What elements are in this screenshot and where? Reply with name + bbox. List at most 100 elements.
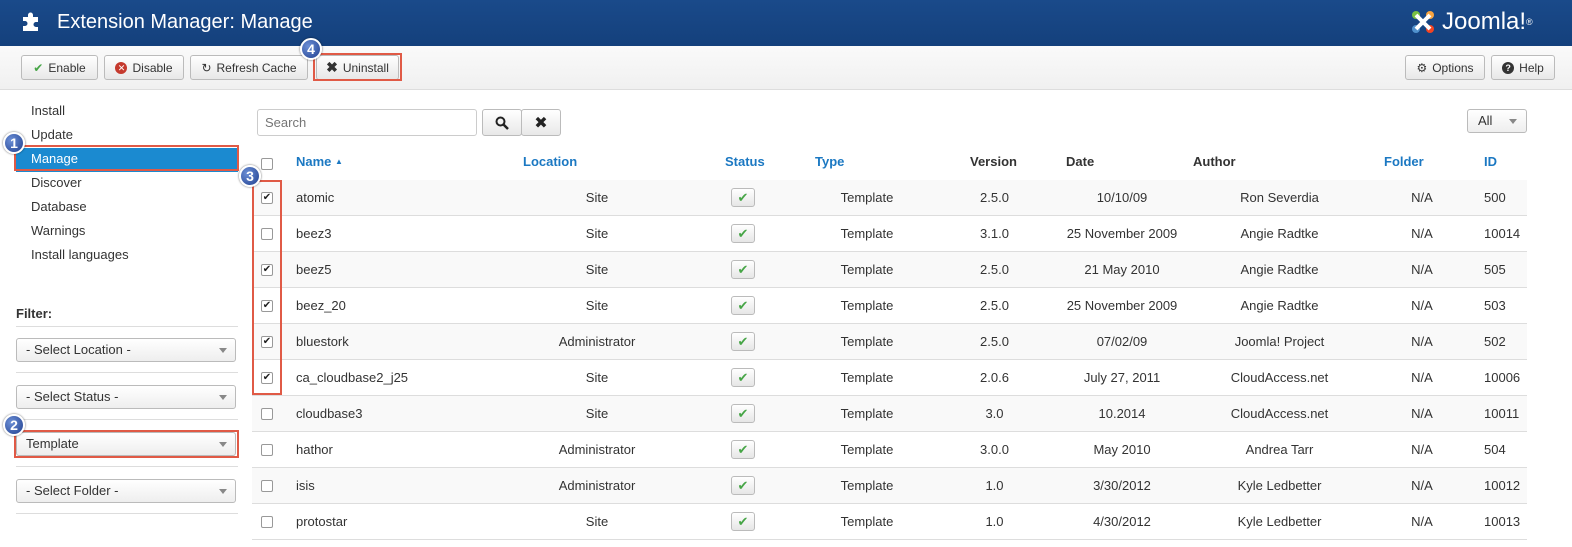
divider [16,372,238,373]
cell-folder: N/A [1411,406,1433,421]
cell-type: Template [840,370,894,385]
cell-date: 07/02/09 [1096,334,1148,349]
divider [16,419,238,420]
cell-location: Site [585,226,609,241]
sidebar-item-install-languages[interactable]: Install languages [16,244,238,268]
check-icon: ✔ [737,298,749,313]
status-toggle-button[interactable]: ✔ [731,296,755,315]
cell-type: Template [840,298,894,313]
table-row: ✔ protostar Site Template 1.0 4/30/2012 Kyle L… [252,504,1527,540]
status-toggle-button[interactable]: ✔ [731,368,755,387]
type-filter-select[interactable]: Template [16,432,236,456]
gear-icon: ⚙ [1416,60,1428,75]
sort-asc-icon: ▲ [335,157,343,166]
column-header-type[interactable]: Type [815,154,844,169]
column-header-location[interactable]: Location [523,154,577,169]
column-header-id[interactable]: ID [1484,154,1497,169]
cell-name[interactable]: beez5 [296,252,496,287]
row-checkbox[interactable]: ✔ [261,192,273,204]
sidebar-item-warnings[interactable]: Warnings [16,220,238,244]
row-checkbox[interactable] [261,228,273,240]
sidebar-item-install[interactable]: Install [16,100,238,124]
status-toggle-button[interactable]: ✔ [731,512,755,531]
cell-name[interactable]: atomic [296,180,496,215]
sidebar-item-update[interactable]: Update [16,124,238,148]
sidebar-item-manage[interactable]: Manage [16,148,238,172]
status-toggle-button[interactable]: ✔ [731,260,755,279]
cell-id: 10011 [1484,406,1520,421]
enable-button[interactable]: ✔ Enable [21,55,98,80]
status-toggle-button[interactable]: ✔ [731,188,755,207]
row-checkbox[interactable]: ✔ [261,300,273,312]
cell-type: Template [840,478,894,493]
cell-version: 3.0 [985,406,1004,421]
table-row: ✔ ✔ beez5 Site Template 2.5.0 21 May 2010 Angie… [252,252,1527,288]
column-header-name[interactable]: Name ▲ [296,154,343,169]
status-filter-select[interactable]: - Select Status - [16,385,236,409]
row-checkbox[interactable]: ✔ [261,372,273,384]
cell-name[interactable]: bluestork [296,324,496,359]
sidebar-item-database[interactable]: Database [16,196,238,220]
row-checkbox[interactable] [261,444,273,456]
column-header-status[interactable]: Status [725,154,765,169]
check-icon: ✔ [737,262,749,277]
table-row: ✔ ✔ beez_20 Site Template 2.5.0 25 November 20… [252,288,1527,324]
cell-location: Administrator [558,442,636,457]
cell-author: CloudAccess.net [1230,406,1329,421]
sidebar-item-discover[interactable]: Discover [16,172,238,196]
cell-location: Administrator [558,334,636,349]
row-checkbox[interactable] [261,516,273,528]
refresh-icon: ↻ [201,60,212,75]
search-input[interactable] [257,109,477,136]
cell-name[interactable]: beez_20 [296,288,496,323]
check-all-checkbox[interactable] [261,158,273,170]
cell-id: 504 [1484,442,1506,457]
location-filter-select[interactable]: - Select Location - [16,338,236,362]
refresh-cache-button[interactable]: ↻ Refresh Cache [190,55,308,80]
cell-name[interactable]: protostar [296,504,496,539]
cell-version: 2.5.0 [980,190,1009,205]
cell-author: Ron Severdia [1240,190,1319,205]
cell-location: Administrator [558,478,636,493]
divider [16,326,238,327]
cell-name[interactable]: isis [296,468,496,503]
cell-version: 3.0.0 [980,442,1009,457]
cell-name[interactable]: hathor [296,432,496,467]
disable-button[interactable]: ✕ Disable [104,55,184,80]
cell-id: 10012 [1484,478,1521,493]
table-row: ✔ ✔ bluestork Administrator Template 2.5.0 07/… [252,324,1527,360]
cell-author: Andrea Tarr [1245,442,1314,457]
options-button[interactable]: ⚙ Options [1405,55,1485,80]
cell-date: 10.2014 [1098,406,1146,421]
status-toggle-button[interactable]: ✔ [731,440,755,459]
cell-id: 505 [1484,262,1506,277]
row-checkbox[interactable] [261,408,273,420]
list-limit-select[interactable]: All [1467,109,1527,133]
row-checkbox[interactable] [261,480,273,492]
cell-folder: N/A [1411,226,1433,241]
search-button[interactable] [482,109,522,136]
table-row: ✔ hathor Administrator Template 3.0.0 May 201… [252,432,1527,468]
row-checkbox[interactable]: ✔ [261,264,273,276]
disable-icon: ✕ [115,61,128,74]
status-toggle-button[interactable]: ✔ [731,404,755,423]
help-button[interactable]: ? Help [1491,55,1555,80]
column-header-folder[interactable]: Folder [1384,154,1424,169]
status-toggle-button[interactable]: ✔ [731,332,755,351]
cell-name[interactable]: cloudbase3 [296,396,496,431]
row-checkbox[interactable]: ✔ [261,336,273,348]
cell-author: Joomla! Project [1234,334,1325,349]
toolbar: ✔ Enable ✕ Disable ↻ Refresh Cache ✖ Uni… [0,46,1572,90]
clear-search-button[interactable]: ✖ [521,109,561,136]
folder-filter-select[interactable]: - Select Folder - [16,479,236,503]
cell-name[interactable]: beez3 [296,216,496,251]
cell-date: 10/10/09 [1096,190,1148,205]
question-icon: ? [1502,61,1515,74]
uninstall-button[interactable]: ✖ Uninstall [316,55,399,80]
cell-version: 2.5.0 [980,298,1009,313]
check-icon: ✔ [737,334,749,349]
folder-filter-value: - Select Folder - [26,483,119,498]
status-toggle-button[interactable]: ✔ [731,224,755,243]
status-toggle-button[interactable]: ✔ [731,476,755,495]
cell-name[interactable]: ca_cloudbase2_j25 [296,360,496,395]
